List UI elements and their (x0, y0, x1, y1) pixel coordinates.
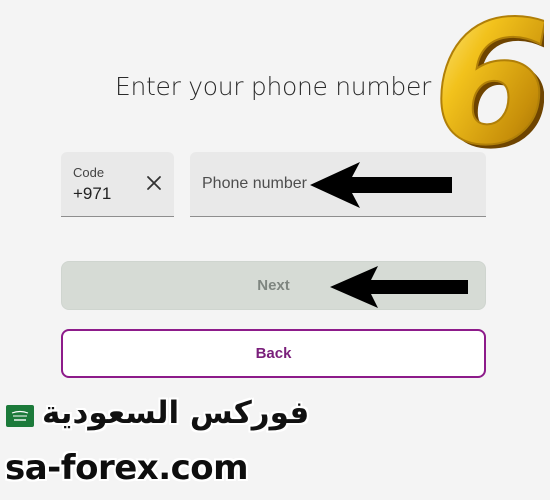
left-arrow-icon (330, 266, 468, 308)
code-label: Code (73, 165, 105, 180)
country-code-field[interactable]: Code +971 (61, 152, 174, 217)
step-number-badge: 6 6 (432, 4, 544, 158)
back-button[interactable]: Back (61, 329, 486, 378)
step-number-front: 6 (433, 4, 544, 158)
watermark-arabic-name: فوركس السعودية (42, 395, 310, 431)
left-arrow-icon (310, 162, 452, 208)
watermark-url: sa-forex.com (5, 448, 249, 488)
saudi-flag-icon (6, 405, 34, 427)
close-icon[interactable] (146, 175, 162, 191)
code-value: +971 (73, 184, 112, 203)
